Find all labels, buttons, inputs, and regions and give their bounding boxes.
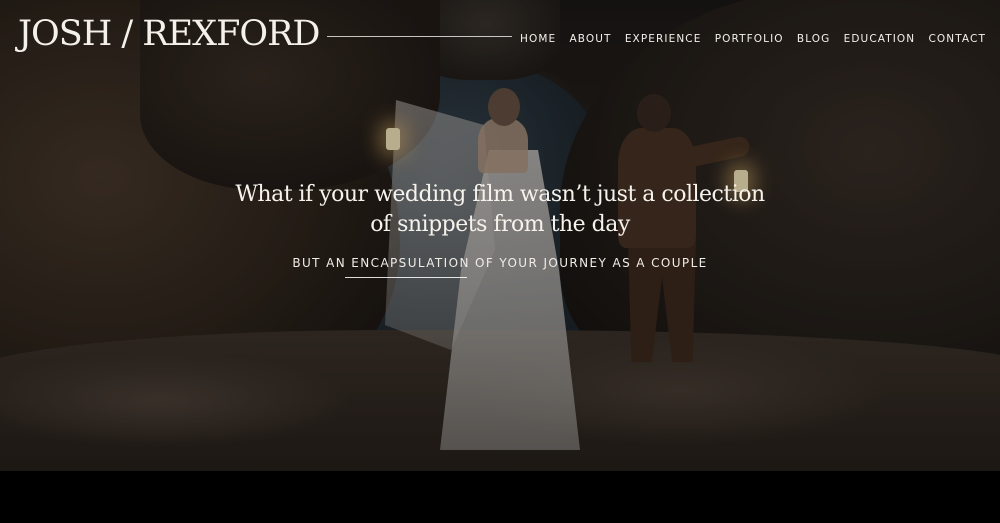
nav-education[interactable]: EDUCATION [844, 33, 916, 45]
subheadline-underline [345, 277, 467, 278]
page: JOSH / REXFORD HOME ABOUT EXPERIENCE POR… [0, 0, 1000, 523]
nav-portfolio[interactable]: PORTFOLIO [715, 33, 784, 45]
hero-headline: What if your wedding film wasn’t just a … [235, 182, 765, 237]
header-divider-line [327, 36, 512, 37]
nav-about[interactable]: ABOUT [570, 33, 612, 45]
site-logo[interactable]: JOSH / REXFORD [18, 12, 320, 56]
nav-contact[interactable]: CONTACT [928, 33, 986, 45]
nav-blog[interactable]: BLOG [797, 33, 830, 45]
site-header: JOSH / REXFORD HOME ABOUT EXPERIENCE POR… [0, 0, 1000, 75]
nav-home[interactable]: HOME [520, 33, 556, 45]
bottom-black-bar [0, 471, 1000, 523]
nav-experience[interactable]: EXPERIENCE [625, 33, 702, 45]
main-nav: HOME ABOUT EXPERIENCE PORTFOLIO BLOG EDU… [520, 30, 986, 48]
hero-subheadline: BUT AN ENCAPSULATION OF YOUR JOURNEY AS … [292, 256, 708, 270]
